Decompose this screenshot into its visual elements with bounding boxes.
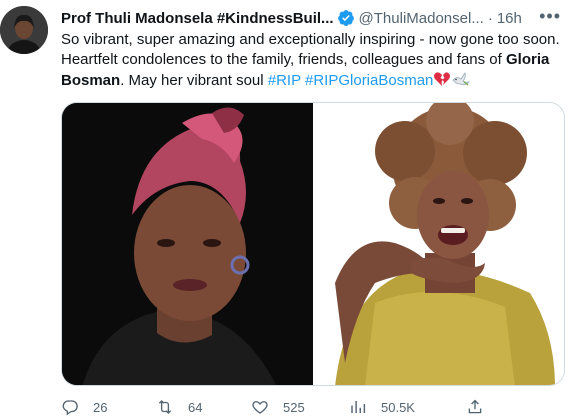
tweet-text-part-1: So vibrant, super amazing and exceptiona… [61, 31, 560, 68]
separator-dot: · [487, 9, 493, 27]
hashtag-rip[interactable]: #RIP [268, 72, 301, 89]
author-handle[interactable]: @ThuliMadonsel... [359, 10, 484, 27]
like-button[interactable]: 525 [251, 398, 305, 416]
retweet-count: 64 [188, 399, 203, 415]
reply-button[interactable]: 26 [61, 398, 107, 416]
more-icon[interactable]: ••• [539, 7, 561, 25]
heart-icon [252, 401, 268, 414]
views-count: 50.5K [381, 399, 415, 415]
tweet-header: Prof Thuli Madonsela #KindnessBuil... @T… [61, 7, 565, 28]
share-button[interactable] [466, 398, 498, 416]
reply-count: 26 [93, 399, 108, 415]
broken-heart-icon [433, 70, 451, 94]
retweet-icon [158, 400, 172, 414]
views-button[interactable]: 50.5K [349, 398, 415, 416]
tweet-text: So vibrant, super amazing and exceptiona… [61, 30, 561, 94]
verified-badge-icon [337, 10, 354, 26]
portrait-headwrap-image [62, 103, 313, 385]
like-count: 525 [283, 399, 305, 415]
avatar[interactable] [0, 6, 48, 54]
dove-icon [451, 70, 471, 94]
portrait-curly-hair-image [315, 103, 564, 385]
tweet[interactable]: Prof Thuli Madonsela #KindnessBuil... @T… [0, 0, 577, 419]
timestamp[interactable]: 16h [497, 10, 522, 27]
hashtag-rip-gloria-bosman[interactable]: #RIPGloriaBosman [305, 72, 433, 89]
share-icon [468, 399, 482, 414]
reply-icon [62, 400, 78, 416]
photo-right[interactable] [315, 103, 564, 385]
views-chart-icon [351, 401, 366, 413]
author-name[interactable]: Prof Thuli Madonsela #KindnessBuil... [61, 10, 334, 27]
tweet-text-part-2: . May her vibrant soul [120, 72, 268, 89]
photo-left[interactable] [62, 103, 313, 385]
retweet-button[interactable]: 64 [156, 398, 202, 416]
media-grid [61, 102, 565, 386]
action-bar: 26 64 525 50.5K [61, 398, 565, 418]
